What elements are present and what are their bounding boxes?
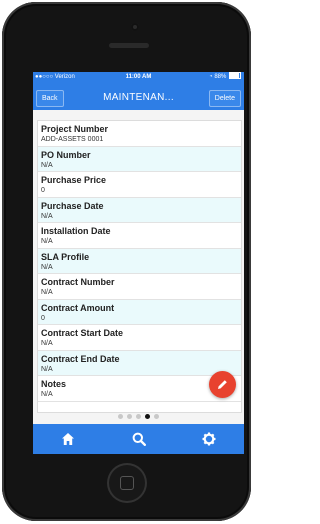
field-row-project-number: Project Number ADD-ASSETS 0001 xyxy=(38,121,241,147)
battery-icon xyxy=(229,72,241,79)
field-value: N/A xyxy=(41,365,53,373)
page-dot-active[interactable] xyxy=(145,414,150,420)
field-row-sla-profile: SLA Profile N/A xyxy=(38,248,241,274)
field-row-contract-start-date: Contract Start Date N/A xyxy=(38,325,241,351)
field-value: N/A xyxy=(41,340,53,347)
field-value: N/A xyxy=(41,238,53,245)
battery-percent: 88% xyxy=(214,74,227,80)
page-indicator xyxy=(33,408,244,420)
field-value: N/A xyxy=(41,289,53,296)
field-value: 0 xyxy=(41,187,45,194)
alarm-icon: ◔ xyxy=(209,74,213,80)
battery-status: ◔ 88% xyxy=(209,72,241,82)
field-label: Contract Amount xyxy=(41,302,115,313)
field-label: Contract End Date xyxy=(41,353,120,364)
home-icon xyxy=(62,433,74,445)
page-title: MAINTENAN... xyxy=(103,92,174,103)
field-label: Project Number xyxy=(41,124,109,134)
gear-icon xyxy=(202,432,216,446)
field-label: Contract Start Date xyxy=(41,328,124,338)
field-row-purchase-date: Purchase Date N/A xyxy=(38,197,241,223)
field-value: ADD-ASSETS 0001 xyxy=(41,136,104,143)
field-label: PO Number xyxy=(41,149,91,160)
pencil-icon xyxy=(218,380,227,389)
tab-home[interactable] xyxy=(48,424,88,454)
field-value: N/A xyxy=(41,212,53,220)
field-label: Purchase Price xyxy=(41,175,107,185)
status-bar: ●●○○○ Verizon 11:00 AM ◔ 88% xyxy=(33,72,244,82)
home-button[interactable] xyxy=(107,463,147,503)
page-dot[interactable] xyxy=(136,414,141,420)
field-row-contract-number: Contract Number N/A xyxy=(38,274,241,300)
field-row-purchase-price: Purchase Price 0 xyxy=(38,172,241,198)
tab-settings[interactable] xyxy=(189,424,229,454)
page-dot[interactable] xyxy=(118,414,123,420)
page-dot[interactable] xyxy=(154,414,159,420)
app-screen: ●●○○○ Verizon 11:00 AM ◔ 88% Back MAINTE… xyxy=(33,72,244,454)
front-camera xyxy=(131,23,139,31)
field-row-po-number: PO Number N/A xyxy=(38,146,241,172)
field-label: Installation Date xyxy=(41,226,111,236)
navigation-bar: Back MAINTENAN... Delete xyxy=(33,82,244,110)
field-row-contract-amount: Contract Amount 0 xyxy=(38,299,241,325)
phone-frame: ●●○○○ Verizon 11:00 AM ◔ 88% Back MAINTE… xyxy=(2,2,251,521)
field-value: N/A xyxy=(41,161,53,169)
page-dot[interactable] xyxy=(127,414,132,420)
earpiece-speaker xyxy=(109,43,149,48)
details-card: Project Number ADD-ASSETS 0001 PO Number… xyxy=(37,120,242,413)
field-label: SLA Profile xyxy=(41,251,90,262)
field-label: Purchase Date xyxy=(41,200,104,211)
home-button-square xyxy=(120,476,134,490)
search-icon xyxy=(132,432,146,446)
field-row-contract-end-date: Contract End Date N/A xyxy=(38,350,241,376)
edit-button[interactable] xyxy=(209,371,236,398)
field-row-installation-date: Installation Date N/A xyxy=(38,223,241,249)
battery-fill xyxy=(230,73,239,78)
delete-button[interactable]: Delete xyxy=(208,90,241,107)
tab-bar xyxy=(33,424,244,454)
field-label: Contract Number xyxy=(41,277,115,287)
back-button[interactable]: Back xyxy=(36,90,64,107)
field-value: 0 xyxy=(41,314,45,322)
tab-search[interactable] xyxy=(119,424,159,454)
field-value: N/A xyxy=(41,263,53,271)
